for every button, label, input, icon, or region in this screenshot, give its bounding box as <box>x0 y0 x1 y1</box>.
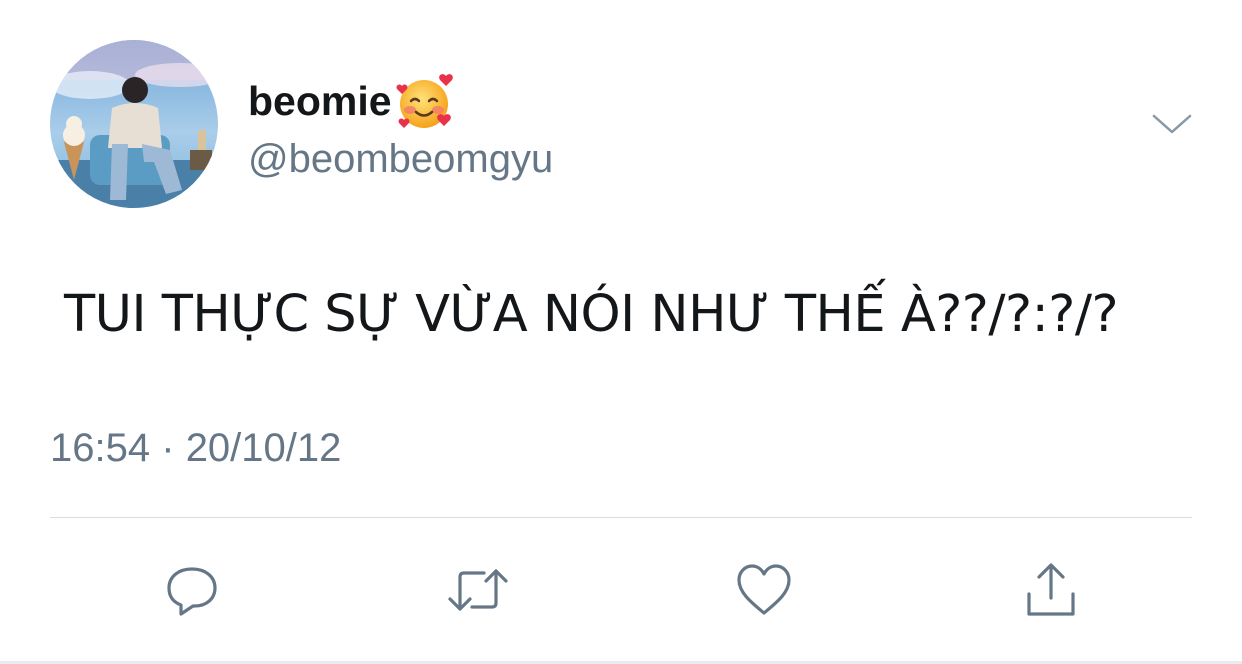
reply-button[interactable] <box>160 558 224 622</box>
avatar-photo <box>50 40 218 208</box>
smiling-face-with-hearts-icon <box>394 70 456 132</box>
retweet-button[interactable] <box>446 558 510 622</box>
divider <box>50 517 1192 518</box>
tweet-date[interactable]: 20/10/12 <box>186 426 342 470</box>
tweet-text: TUI THỰC SỰ VỪA NÓI NHƯ THẾ À??/?:?/? <box>64 285 1119 344</box>
heart-icon <box>737 564 791 615</box>
share-icon <box>1027 563 1075 616</box>
tweet-card: beomie @beombeomgyu TUI THỰC SỰ VỪA NÓI … <box>0 0 1242 664</box>
meta-separator: · <box>161 426 175 470</box>
reply-icon <box>167 567 217 616</box>
chevron-down-icon[interactable] <box>1150 106 1194 142</box>
tweet-timestamp: 16:54 · 20/10/12 <box>50 426 341 471</box>
avatar[interactable] <box>50 40 218 208</box>
share-button[interactable] <box>1019 558 1083 622</box>
display-name[interactable]: beomie <box>248 70 456 132</box>
like-button[interactable] <box>732 558 796 622</box>
retweet-icon <box>448 569 508 611</box>
tweet-time[interactable]: 16:54 <box>50 426 150 470</box>
user-handle[interactable]: @beombeomgyu <box>248 137 553 182</box>
display-name-text: beomie <box>248 77 392 124</box>
